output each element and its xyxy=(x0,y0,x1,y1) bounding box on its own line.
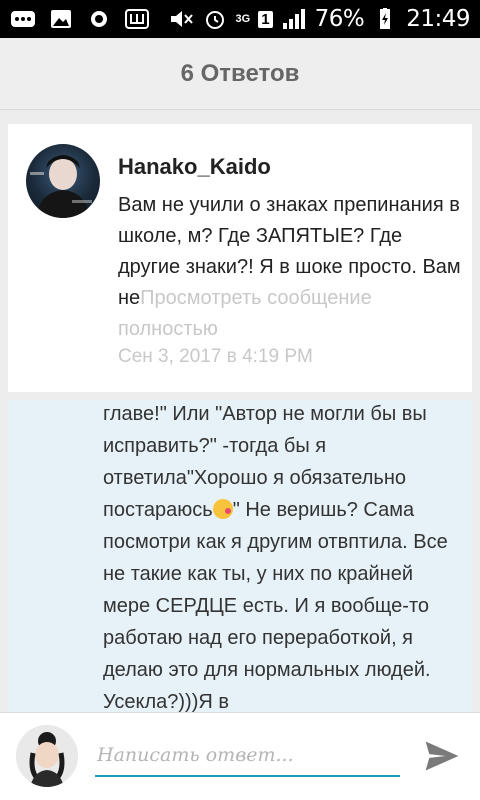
kiss-emoji xyxy=(212,499,233,519)
comment-card: Hanako_Kaido Вам не учили о знаках препи… xyxy=(8,124,472,392)
alarm-icon xyxy=(202,8,228,30)
replies-header: 6 Ответов xyxy=(0,38,480,110)
comment-timestamp: Сен 3, 2017 в 4:19 PM xyxy=(118,346,313,367)
network-type: 3G xyxy=(235,13,251,25)
author-avatar[interactable] xyxy=(26,144,100,218)
battery-percent: 76% xyxy=(314,6,365,32)
status-bar: 3G 1 76% 21:49 xyxy=(0,0,480,38)
comment-text: Вам не учили о знаках препинания в школе… xyxy=(118,190,463,345)
menu-dots-icon xyxy=(10,8,36,30)
reply-input[interactable] xyxy=(95,735,400,777)
mute-icon xyxy=(168,8,194,30)
reply-text-part2: " Не веришь? Сама посмотри как я другим … xyxy=(103,499,448,712)
signal-icon xyxy=(281,8,307,30)
reply-panel: главе!" Или "Автор не могли бы вы исправ… xyxy=(8,400,472,712)
battery-icon xyxy=(372,8,398,30)
send-button[interactable] xyxy=(418,733,466,781)
image-icon xyxy=(48,8,74,30)
user-avatar xyxy=(16,725,78,787)
shop-icon xyxy=(124,8,150,30)
reply-text: главе!" Или "Автор не могли бы вы исправ… xyxy=(103,400,463,712)
page-title: 6 Ответов xyxy=(180,59,300,87)
clock: 21:49 xyxy=(406,6,470,32)
send-icon xyxy=(422,736,462,779)
view-full-message-link[interactable]: Просмотреть сообщение полностью xyxy=(118,287,372,340)
sim-indicator: 1 xyxy=(258,10,273,28)
reply-bar xyxy=(0,712,480,800)
comment-author[interactable]: Hanako_Kaido xyxy=(118,154,271,180)
record-icon xyxy=(86,8,112,30)
